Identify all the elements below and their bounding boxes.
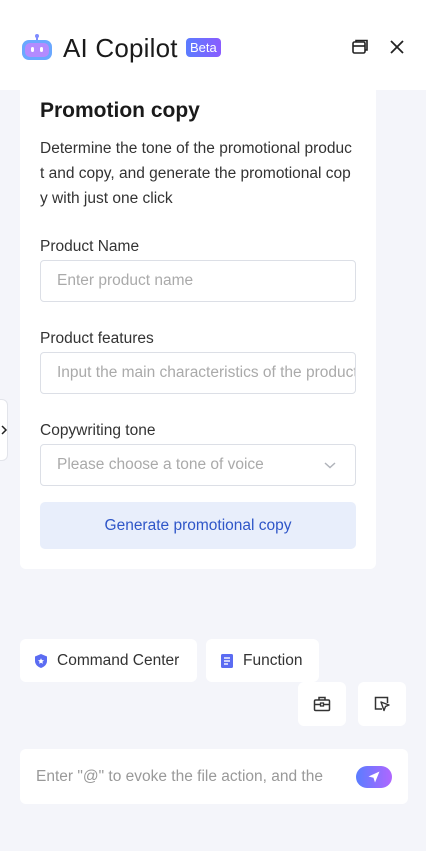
- command-center-button[interactable]: Command Center: [20, 639, 197, 682]
- product-name-placeholder: Enter product name: [57, 272, 194, 289]
- shield-icon: [35, 653, 47, 668]
- app-title: AI Copilot: [63, 33, 178, 63]
- command-center-label: Command Center: [57, 651, 180, 669]
- select-cursor-icon: [374, 696, 390, 712]
- product-features-placeholder: Input the main characteristics of the pr…: [57, 364, 356, 381]
- document-icon: [221, 653, 233, 668]
- robot-icon: [22, 34, 52, 60]
- prompt-placeholder: Enter "@" to evoke the file action, and …: [36, 768, 323, 785]
- copywriting-tone-placeholder: Please choose a tone of voice: [57, 456, 264, 473]
- prompt-input[interactable]: Enter "@" to evoke the file action, and …: [20, 749, 408, 804]
- expand-panel-handle[interactable]: [0, 399, 8, 461]
- copywriting-tone-label: Copywriting tone: [40, 422, 156, 439]
- card-description: Determine the tone of the promotional pr…: [40, 140, 352, 207]
- send-button[interactable]: [356, 766, 392, 788]
- product-name-label: Product Name: [40, 238, 140, 255]
- card-title: Promotion copy: [40, 99, 200, 122]
- window-split-icon[interactable]: [350, 37, 370, 57]
- promotion-copy-card: Promotion copy Determine the tone of the…: [20, 85, 376, 569]
- generate-copy-button[interactable]: Generate promotional copy: [40, 502, 356, 549]
- toolbox-icon: [313, 696, 331, 712]
- toolbox-button[interactable]: [298, 682, 346, 726]
- header: AI Copilot Beta: [0, 0, 426, 90]
- product-name-input[interactable]: Enter product name: [40, 260, 356, 302]
- send-icon: [368, 771, 380, 783]
- copywriting-tone-select[interactable]: Please choose a tone of voice: [40, 444, 356, 486]
- product-features-label: Product features: [40, 330, 154, 347]
- chevron-down-icon: [324, 462, 336, 469]
- product-features-input[interactable]: Input the main characteristics of the pr…: [40, 352, 356, 394]
- select-area-button[interactable]: [358, 682, 406, 726]
- chevron-right-icon: [1, 425, 8, 435]
- function-button[interactable]: Function: [206, 639, 319, 682]
- function-label: Function: [243, 651, 303, 669]
- beta-badge: Beta: [186, 38, 221, 57]
- close-icon[interactable]: [387, 37, 407, 57]
